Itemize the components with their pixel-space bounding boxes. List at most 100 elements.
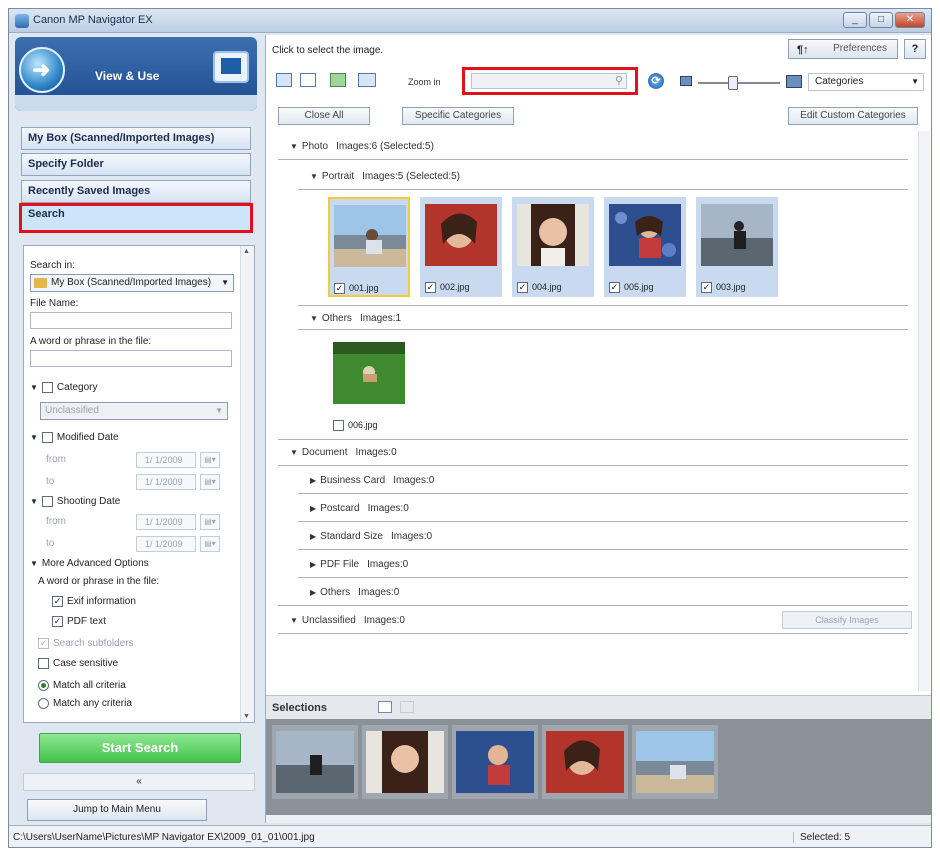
- group-document-others[interactable]: ▶ Others Images:0: [310, 587, 399, 598]
- group-pdf-file[interactable]: ▶ PDF File Images:0: [310, 559, 408, 570]
- exif-checkbox[interactable]: ✓: [52, 596, 63, 607]
- thumbnail-005[interactable]: ✓ 005.jpg: [604, 197, 686, 297]
- photo-flowers-icon: [609, 204, 681, 266]
- scroll-down-icon[interactable]: ▼: [243, 713, 250, 720]
- group-photo[interactable]: ▼ Photo Images:6 (Selected:5): [290, 141, 434, 152]
- correct-image-icon[interactable]: [330, 73, 346, 87]
- selection-thumb[interactable]: [632, 725, 718, 799]
- photo-dog-grass-icon: [333, 342, 405, 404]
- mode-logo-icon[interactable]: ➜: [19, 47, 65, 93]
- photo-beach-icon: [701, 204, 773, 266]
- select-checkbox-004[interactable]: ✓: [517, 282, 528, 294]
- thumbnail-004[interactable]: ✓ 004.jpg: [512, 197, 594, 297]
- search-options-panel: Search in: My Box (Scanned/Imported Imag…: [23, 245, 255, 723]
- search-panel-scrollbar[interactable]: ▲ ▼: [240, 246, 254, 722]
- edit-custom-categories-button[interactable]: Edit Custom Categories: [788, 107, 918, 125]
- group-standard-size[interactable]: ▶ Standard Size Images:0: [310, 531, 432, 542]
- word-phrase-input[interactable]: [30, 350, 232, 367]
- file-name-label: File Name:: [30, 298, 79, 309]
- selections-scrollbar[interactable]: [266, 815, 931, 823]
- thumbnail-006[interactable]: 006.jpg: [328, 335, 410, 435]
- shooting-date-checkbox[interactable]: [41, 496, 53, 507]
- advanced-options-toggle[interactable]: ▼ More Advanced Options: [30, 558, 149, 569]
- file-name-input[interactable]: [30, 312, 232, 329]
- select-checkbox-005[interactable]: ✓: [609, 282, 620, 294]
- view-mode-select[interactable]: Categories ▼: [808, 73, 924, 91]
- zoom-in-icon[interactable]: [358, 73, 376, 87]
- refresh-icon[interactable]: ⟳: [648, 73, 664, 89]
- shooting-date-toggle[interactable]: ▼ Shooting Date: [30, 496, 120, 507]
- grid-view-icon[interactable]: [300, 73, 316, 87]
- category-checkbox[interactable]: [41, 382, 53, 393]
- select-checkbox-003[interactable]: ✓: [701, 282, 712, 294]
- select-checkbox-006[interactable]: [333, 420, 344, 432]
- group-portrait[interactable]: ▼ Portrait Images:5 (Selected:5): [310, 171, 460, 182]
- search-input[interactable]: ⚲: [471, 73, 627, 89]
- select-checkbox-001[interactable]: ✓: [334, 283, 345, 295]
- close-all-button[interactable]: Close All: [278, 107, 370, 125]
- case-sensitive-option[interactable]: Case sensitive: [38, 658, 118, 669]
- smaller-thumbnail-icon[interactable]: [680, 76, 692, 86]
- search-in-select[interactable]: My Box (Scanned/Imported Images) ▼: [30, 274, 234, 292]
- match-all-option[interactable]: Match all criteria: [38, 680, 126, 691]
- search-field-highlight: ⚲: [462, 67, 638, 95]
- thumbnail-view-icon[interactable]: [276, 73, 292, 87]
- minimize-button[interactable]: _: [843, 12, 867, 28]
- nav-search[interactable]: Search: [19, 203, 253, 233]
- match-any-option[interactable]: Match any criteria: [38, 698, 132, 709]
- jump-to-main-menu-button[interactable]: Jump to Main Menu: [27, 799, 207, 821]
- title-bar: Canon MP Navigator EX _ □ ✕: [9, 9, 931, 33]
- group-unclassified[interactable]: ▼ Unclassified Images:0: [290, 615, 405, 626]
- match-all-radio[interactable]: [38, 680, 49, 691]
- pdf-text-checkbox[interactable]: ✓: [52, 616, 63, 627]
- modified-date-toggle[interactable]: ▼ Modified Date: [30, 432, 119, 443]
- thumbnail-002[interactable]: ✓ 002.jpg: [420, 197, 502, 297]
- grid-view-icon[interactable]: [378, 701, 392, 713]
- modified-date-checkbox[interactable]: [41, 432, 53, 443]
- match-any-radio[interactable]: [38, 698, 49, 709]
- folder-icon: [34, 278, 47, 288]
- nav-specify-folder[interactable]: Specify Folder: [21, 153, 251, 176]
- selection-thumb[interactable]: [542, 725, 628, 799]
- exif-option[interactable]: ✓ Exif information: [52, 596, 136, 607]
- zoom-in-label[interactable]: Zoom in: [408, 77, 441, 87]
- photo-portrait-icon: [517, 204, 589, 266]
- adv-word-label: A word or phrase in the file:: [38, 576, 160, 587]
- maximize-button[interactable]: □: [869, 12, 893, 28]
- selection-thumb[interactable]: [272, 725, 358, 799]
- thumbnail-001[interactable]: ✓ 001.jpg: [328, 197, 410, 297]
- thumbnail-size-slider[interactable]: [698, 76, 780, 90]
- nav-recently-saved[interactable]: Recently Saved Images: [21, 180, 251, 203]
- search-icon[interactable]: ⚲: [615, 74, 623, 87]
- start-search-button[interactable]: Start Search: [39, 733, 241, 763]
- shooting-to-date: 1/ 1/2009: [136, 536, 196, 552]
- mode-label: View & Use: [95, 69, 160, 83]
- chevron-down-icon: ▼: [221, 278, 229, 287]
- close-button[interactable]: ✕: [895, 12, 925, 28]
- case-sensitive-checkbox[interactable]: [38, 658, 49, 669]
- instruction-text: Click to select the image.: [272, 45, 384, 56]
- group-postcard[interactable]: ▶ Postcard Images:0: [310, 503, 409, 514]
- larger-thumbnail-icon[interactable]: [786, 75, 802, 88]
- nav-my-box[interactable]: My Box (Scanned/Imported Images): [21, 127, 251, 150]
- help-button[interactable]: ?: [904, 39, 926, 59]
- image-list-scrollbar[interactable]: [918, 131, 930, 691]
- selection-thumb[interactable]: [452, 725, 538, 799]
- thumbnail-003[interactable]: ✓ 003.jpg: [696, 197, 778, 297]
- group-document[interactable]: ▼ Document Images:0: [290, 447, 397, 458]
- selections-label: Selections: [272, 702, 328, 714]
- selection-thumb[interactable]: [362, 725, 448, 799]
- slider-knob[interactable]: [728, 76, 738, 90]
- group-photo-others[interactable]: ▼ Others Images:1: [310, 313, 401, 324]
- preferences-button[interactable]: ¶↑ Preferences: [788, 39, 898, 59]
- specific-categories-button[interactable]: Specific Categories: [402, 107, 514, 125]
- scroll-up-icon[interactable]: ▲: [243, 248, 250, 255]
- collapse-panel-button[interactable]: «: [23, 773, 255, 791]
- pdf-text-option[interactable]: ✓ PDF text: [52, 616, 106, 627]
- chevron-down-icon: ▼: [215, 406, 223, 415]
- group-business-card[interactable]: ▶ Business Card Images:0: [310, 475, 434, 486]
- select-checkbox-002[interactable]: ✓: [425, 282, 436, 294]
- modified-to-label: to: [46, 476, 55, 487]
- left-pane: ➜ View & Use My Box (Scanned/Imported Im…: [13, 35, 259, 823]
- category-toggle[interactable]: ▼ Category: [30, 382, 98, 393]
